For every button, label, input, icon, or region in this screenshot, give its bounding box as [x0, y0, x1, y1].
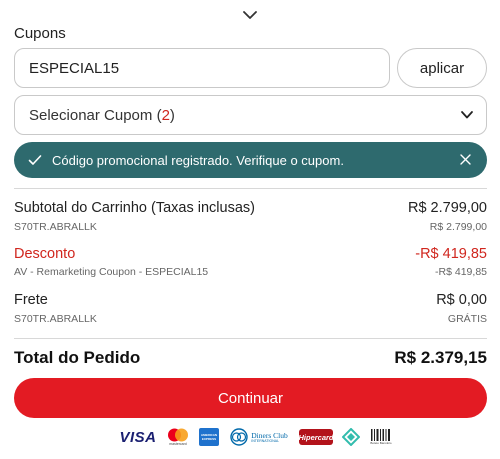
promo-success-toast: Código promocional registrado. Verifique…	[14, 142, 487, 178]
shipping-value: R$ 0,00	[436, 292, 487, 308]
shipping-row: Frete R$ 0,00	[14, 292, 487, 308]
toast-message: Código promocional registrado. Verifique…	[52, 152, 344, 168]
continue-button[interactable]: Continuar	[14, 378, 487, 418]
divider	[14, 338, 487, 339]
select-coupon-paren: )	[169, 106, 175, 124]
mastercard-logo-icon: mastercard	[165, 428, 191, 446]
cart-summary-sheet: Cupons aplicar Selecionar Cupom (2) Códi…	[0, 0, 500, 459]
divider	[14, 188, 487, 189]
order-total-row: Total do Pedido R$ 2.379,15	[14, 348, 487, 368]
pix-logo-icon	[341, 428, 361, 446]
shipping-label: Frete	[14, 292, 48, 308]
amex-logo-icon: AMERICAN EXPRESS	[199, 428, 219, 446]
subtotal-row: Subtotal do Carrinho (Taxas inclusas) R$…	[14, 200, 487, 216]
subtotal-sku: S70TR.ABRALLK	[14, 221, 97, 233]
coupon-code-input[interactable]	[14, 48, 390, 88]
select-coupon-label: Selecionar Cupom (	[29, 106, 162, 124]
shipping-free: GRÁTIS	[447, 313, 487, 325]
boleto-logo-icon: Boleto Bancário	[369, 428, 393, 446]
apply-coupon-button[interactable]: aplicar	[397, 48, 487, 88]
chevron-down-icon[interactable]	[241, 8, 259, 22]
check-icon	[28, 155, 42, 165]
shipping-sku-row: S70TR.ABRALLK GRÁTIS	[14, 313, 487, 325]
subtotal-sku-row: S70TR.ABRALLK R$ 2.799,00	[14, 221, 487, 233]
discount-value: -R$ 419,85	[415, 246, 487, 262]
discount-label: Desconto	[14, 246, 76, 262]
order-total-value: R$ 2.379,15	[394, 348, 487, 367]
hipercard-logo-icon: Hipercard	[299, 429, 334, 445]
discount-description: AV - Remarketing Coupon - ESPECIAL15	[14, 266, 209, 278]
subtotal-sku-value: R$ 2.799,00	[429, 221, 487, 233]
select-coupon-dropdown[interactable]: Selecionar Cupom (2)	[14, 95, 487, 135]
order-total-label: Total do Pedido	[14, 348, 141, 367]
payment-methods: VISA mastercard AMERICAN EXPRESS Diners …	[119, 427, 393, 447]
visa-logo-icon: VISA	[119, 428, 157, 446]
diners-club-logo-icon: Diners Club INTERNATIONAL	[227, 428, 291, 446]
discount-desc-value: -R$ 419,85	[435, 266, 487, 278]
subtotal-value: R$ 2.799,00	[407, 200, 487, 216]
subtotal-label: Subtotal do Carrinho (Taxas inclusas)	[14, 200, 255, 216]
discount-desc-row: AV - Remarketing Coupon - ESPECIAL15 -R$…	[14, 266, 487, 278]
coupon-count: 2	[161, 106, 170, 124]
chevron-down-icon	[461, 111, 473, 119]
shipping-sku: S70TR.ABRALLK	[14, 313, 97, 325]
discount-row: Desconto -R$ 419,85	[14, 246, 487, 262]
close-icon[interactable]	[460, 154, 471, 165]
coupons-label: Cupons	[14, 25, 66, 42]
